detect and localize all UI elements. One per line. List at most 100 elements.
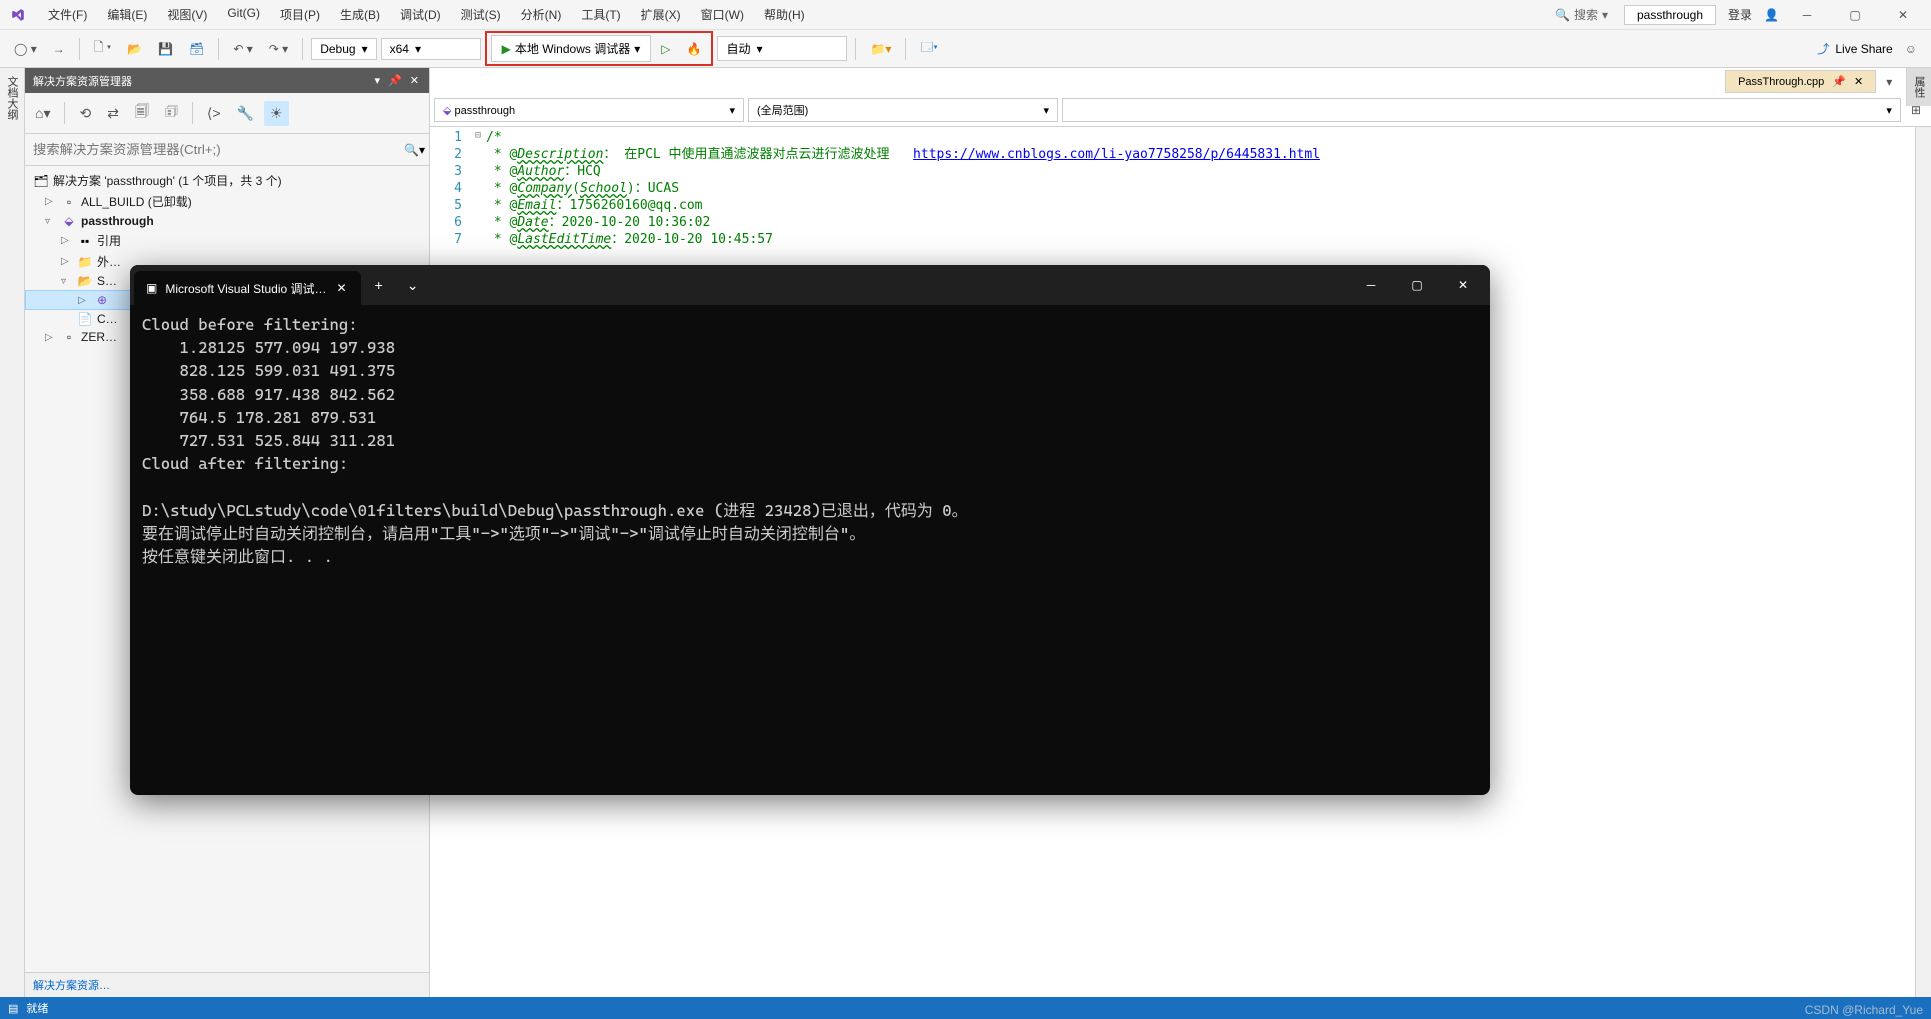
console-tab-title: Microsoft Visual Studio 调试… [165,280,326,297]
console-minimize-button[interactable]: ─ [1348,269,1394,301]
undo-button[interactable]: ↶ ▾ [227,38,258,60]
panel-close-button[interactable]: ✕ [408,72,421,89]
console-titlebar[interactable]: ▣ Microsoft Visual Studio 调试… ✕ + ⌄ ─ ▢ … [130,265,1490,305]
close-icon[interactable]: ✕ [1854,75,1863,88]
menu-tools[interactable]: 工具(T) [573,2,628,27]
chevron-down-icon[interactable]: ▿ [61,276,73,287]
chevron-right-icon[interactable]: ▷ [45,332,57,343]
menu-build[interactable]: 生成(B) [332,2,388,27]
menu-edit[interactable]: 编辑(E) [99,2,155,27]
minimize-button[interactable]: ─ [1787,1,1827,29]
maximize-button[interactable]: ▢ [1835,1,1875,29]
feedback-button[interactable]: ☺ [1899,38,1923,60]
open-button[interactable]: 📂 [121,38,148,60]
console-new-tab-button[interactable]: + [365,273,393,297]
code-link[interactable]: https://www.cnblogs.com/li-yao7758258/p/… [913,147,1320,162]
platform-label: x64 [390,42,409,56]
panel-pin-button[interactable]: 📌 [386,72,404,89]
code-text: Description [517,147,603,162]
pin-icon[interactable]: 📌 [1832,75,1846,88]
panel-dropdown-button[interactable]: ▾ [373,72,383,89]
menu-test[interactable]: 测试(S) [453,2,509,27]
solution-explorer-tab[interactable]: 解决方案资源… [33,980,110,992]
search-icon: 🔍▾ [404,143,425,157]
chevron-right-icon[interactable]: ▷ [61,256,73,267]
close-button[interactable]: ✕ [1883,1,1923,29]
chevron-right-icon[interactable]: ▷ [45,196,57,207]
references-icon: ▪▪ [77,234,93,248]
home-button[interactable]: ⌂▾ [29,101,56,126]
menu-debug[interactable]: 调试(D) [392,2,449,27]
save-all-button[interactable]: 🗃 [183,38,210,60]
menu-extensions[interactable]: 扩展(X) [633,2,689,27]
vertical-scrollbar[interactable] [1915,127,1931,997]
console-output[interactable]: Cloud before filtering: 1.28125 577.094 … [130,305,1490,795]
menu-file[interactable]: 文件(F) [40,2,95,27]
properties-button[interactable]: 🔧 [231,101,260,126]
solution-search-input[interactable] [29,138,404,161]
project-scope-dropdown[interactable]: ⬙ passthrough ▾ [434,98,744,122]
tree-label: ALL_BUILD (已卸载) [81,193,192,210]
menu-project[interactable]: 项目(P) [272,2,328,27]
collapse-button[interactable]: ⟨> [201,101,227,126]
global-scope-dropdown[interactable]: (全局范围) ▾ [748,98,1058,122]
solution-explorer-toolbar: ⌂▾ ⟲ ⇄ 🗐 🗊 ⟨> 🔧 ☀ [25,93,429,134]
menu-window[interactable]: 窗口(W) [693,2,752,27]
editor-tab-strip: PassThrough.cpp 📌 ✕ ▾ ⚙ [1719,68,1931,95]
start-debug-button[interactable]: ▶ 本地 Windows 调试器 ▾ [491,35,652,62]
login-button[interactable]: 登录 [1724,2,1756,27]
menu-git[interactable]: Git(G) [219,2,268,27]
document-outline-tab[interactable]: 文档大纲 [0,68,25,997]
chevron-down-icon: ▾ [1602,8,1608,22]
chevron-right-icon[interactable]: ▷ [78,295,90,306]
console-tab-close[interactable]: ✕ [335,279,349,297]
switch-views-button[interactable]: ⟲ [73,101,97,126]
watermark: CSDN @Richard_Yue [1805,1003,1923,1017]
output-icon[interactable]: ▤ [8,1002,18,1015]
account-icon[interactable]: 👤 [1764,8,1779,22]
editor-tab-passthrough[interactable]: PassThrough.cpp 📌 ✕ [1725,70,1876,93]
console-tab-dropdown[interactable]: ⌄ [397,273,429,298]
chevron-right-icon[interactable]: ▷ [61,235,73,246]
platform-dropdown[interactable]: x64▾ [381,38,481,60]
tree-passthrough[interactable]: ▿ ⬙ passthrough [25,212,429,230]
window-layout-button[interactable]: 🗔▾ [914,34,943,63]
tree-solution-root[interactable]: 🗂 解决方案 'passthrough' (1 个项目，共 3 个) [25,170,429,191]
tree-all-build[interactable]: ▷ ▫ ALL_BUILD (已卸载) [25,191,429,212]
solution-name-box[interactable]: passthrough [1624,5,1716,25]
tree-label: 外… [97,253,121,270]
chevron-down-icon: ▾ [362,42,368,56]
menu-view[interactable]: 视图(V) [159,2,215,27]
console-maximize-button[interactable]: ▢ [1394,269,1440,301]
properties-tab[interactable]: 属性 [1906,68,1931,106]
console-close-button[interactable]: ✕ [1440,269,1486,301]
code-text: * @ [486,198,517,213]
forward-button[interactable]: → [47,38,71,60]
solution-search-box[interactable]: 🔍▾ [25,134,429,166]
new-item-button[interactable]: 🗋 ▾ [88,34,117,63]
back-button[interactable]: ◯ ▾ [8,38,43,60]
live-share-button[interactable]: Live Share [1835,42,1892,56]
chevron-down-icon[interactable]: ▿ [45,216,57,227]
code-text: ：HCQ [564,164,600,179]
configuration-dropdown[interactable]: Debug▾ [311,38,376,60]
menu-analyze[interactable]: 分析(N) [513,2,570,27]
cpp-file-icon: ⊕ [94,293,110,307]
show-all-button[interactable]: 🗊 [159,97,184,129]
project-icon: ▫ [61,330,77,344]
menu-help[interactable]: 帮助(H) [756,2,813,27]
preview-button[interactable]: ☀ [264,101,289,126]
hot-reload-button[interactable]: 🔥 [680,38,707,60]
console-tab[interactable]: ▣ Microsoft Visual Studio 调试… ✕ [134,271,361,305]
member-scope-dropdown[interactable]: ▾ [1062,98,1901,122]
redo-button[interactable]: ↷ ▾ [263,38,294,60]
save-button[interactable]: 💾 [152,38,179,60]
start-without-debug-button[interactable]: ▷ [655,38,676,60]
pending-changes-button[interactable]: ⇄ [101,101,125,126]
editor-more-button[interactable]: ▾ [1880,71,1898,93]
sync-button[interactable]: 🗐 [129,97,155,129]
folder-button[interactable]: 📁▾ [864,38,897,60]
tree-references[interactable]: ▷ ▪▪ 引用 [25,230,429,251]
search-box[interactable]: 🔍 搜索 ▾ [1547,4,1616,25]
target-dropdown[interactable]: 自动▾ [717,36,847,61]
